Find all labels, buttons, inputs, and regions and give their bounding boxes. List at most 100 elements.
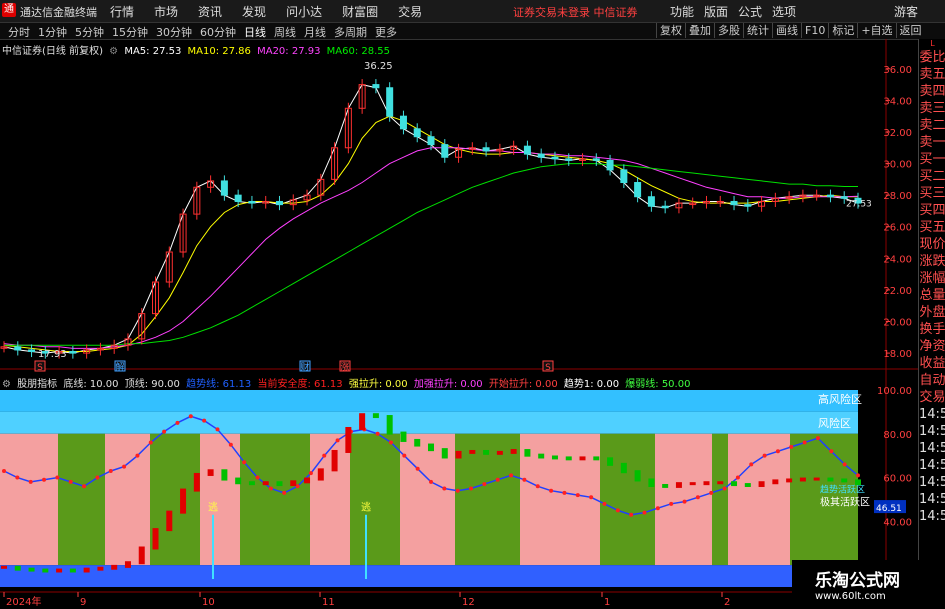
safety-dot xyxy=(55,475,60,480)
back-button[interactable]: 返回 xyxy=(895,23,925,38)
stats-button[interactable]: 统计 xyxy=(743,23,772,38)
date-axis-label: 11 xyxy=(322,597,335,608)
step-bar xyxy=(731,481,738,487)
tab-30min[interactable]: 30分钟 xyxy=(152,24,196,40)
tab-1min[interactable]: 1分钟 xyxy=(34,24,71,40)
safety-dot xyxy=(42,477,47,482)
step-bar xyxy=(400,431,407,442)
panel-item[interactable]: 自动 xyxy=(919,372,945,389)
candle-body xyxy=(275,200,283,206)
safety-dot xyxy=(375,431,380,436)
safety-dot xyxy=(575,493,580,498)
safety-dot xyxy=(455,488,460,493)
menu-item-market[interactable]: 市场 xyxy=(144,3,188,20)
candle-body xyxy=(537,153,545,158)
candle-body xyxy=(744,204,752,207)
trend-band xyxy=(520,433,600,566)
escape-label: 逃 xyxy=(208,500,218,513)
candle-body xyxy=(441,144,449,158)
candle-body xyxy=(592,158,600,161)
adjust-button[interactable]: 复权 xyxy=(656,23,685,38)
menu-item-community[interactable]: 财富圈 xyxy=(332,3,388,20)
indicator-name[interactable]: 股朋指标 xyxy=(17,379,57,390)
tab-weekly[interactable]: 周线 xyxy=(270,24,300,40)
trend-band xyxy=(600,433,655,566)
candle-body xyxy=(427,136,435,146)
add-watchlist-button[interactable]: +自选 xyxy=(857,23,895,38)
safety-dot xyxy=(28,479,33,484)
tab-monthly[interactable]: 月线 xyxy=(300,24,330,40)
panel-item[interactable]: 交易 xyxy=(919,389,945,406)
multi-stock-button[interactable]: 多股 xyxy=(714,23,743,38)
price-axis-label: 28.00 xyxy=(883,191,912,202)
price-axis-label: 18.00 xyxy=(883,349,912,360)
safety-dot xyxy=(95,475,100,480)
step-bar xyxy=(124,561,131,568)
safety-dot xyxy=(789,444,794,449)
panel-item: 净资 xyxy=(919,339,945,354)
f10-button[interactable]: F10 xyxy=(801,23,828,38)
step-bar xyxy=(83,567,90,573)
tab-intraday[interactable]: 分时 xyxy=(4,24,34,40)
app-title: 通达信金融终端 xyxy=(20,6,97,19)
menu-item-assistant[interactable]: 问小达 xyxy=(276,3,332,20)
ma10-label: MA10: 27.86 xyxy=(187,46,251,57)
safety-dot xyxy=(775,449,780,454)
candle-body xyxy=(386,87,394,117)
safety-dot xyxy=(856,473,860,478)
menu-item-formula[interactable]: 公式 xyxy=(733,3,767,20)
watermark-url: www.60lt.com xyxy=(815,591,886,602)
menu-item-layout[interactable]: 版面 xyxy=(699,3,733,20)
step-bar xyxy=(193,472,200,492)
step-bar xyxy=(551,455,558,460)
step-bar xyxy=(538,453,545,459)
candle-body xyxy=(730,200,738,206)
trading-terminal-window: 通 通达信金融终端 行情 市场 资讯 发现 问小达 财富圈 交易 证券交易未登录… xyxy=(0,0,945,609)
menu-item-news[interactable]: 资讯 xyxy=(188,3,232,20)
chart-canvas[interactable]: 36.00 34.00 32.00 30.00 28.00 26.00 24.00 22.00… xyxy=(0,39,918,609)
menu-item-quotes[interactable]: 行情 xyxy=(100,3,144,20)
safety-dot xyxy=(175,420,180,425)
panel-item: 换手 xyxy=(919,322,945,337)
candle-body xyxy=(413,128,421,138)
indicator-item-5: 加强拉升: 0.00 xyxy=(413,379,483,390)
price-axis-label: 34.00 xyxy=(883,96,912,107)
menu-item-trade[interactable]: 交易 xyxy=(388,3,432,20)
tab-multi-period[interactable]: 多周期 xyxy=(330,24,371,40)
tab-15min[interactable]: 15分钟 xyxy=(108,24,152,40)
indicator-settings-icon[interactable]: ⚙ xyxy=(2,379,11,390)
indicator-pane: 高风险区风险区趋势活跃区极其活跃区100.0080.0060.0040.0020… xyxy=(0,386,912,587)
draw-line-button[interactable]: 画线 xyxy=(772,23,801,38)
safety-dot xyxy=(549,488,554,493)
ma-line-ma10 xyxy=(3,115,858,352)
step-bar xyxy=(372,413,379,419)
overlay-button[interactable]: 叠加 xyxy=(685,23,714,38)
safety-dot xyxy=(589,495,594,500)
guest-user[interactable]: 游客 xyxy=(894,3,918,20)
ma5-label: MA5: 27.53 xyxy=(124,46,182,57)
panel-item: 收益 xyxy=(919,356,945,371)
settings-icon[interactable]: ⚙ xyxy=(109,46,118,57)
step-bar xyxy=(97,566,104,571)
step-bar xyxy=(827,477,834,482)
event-marker: 涨 xyxy=(340,362,349,373)
candle-body xyxy=(69,351,77,354)
tab-more[interactable]: 更多 xyxy=(371,24,401,40)
menu-item-discover[interactable]: 发现 xyxy=(232,3,276,20)
tab-5min[interactable]: 5分钟 xyxy=(71,24,108,40)
step-bar xyxy=(1,565,7,569)
step-bar xyxy=(455,450,462,459)
indicator-axis-label: 80.00 xyxy=(883,430,912,441)
escape-label: 逃 xyxy=(361,500,371,513)
menu-item-options[interactable]: 选项 xyxy=(767,3,801,20)
safety-dot xyxy=(842,462,847,467)
step-bar xyxy=(579,456,586,461)
mark-button[interactable]: 标记 xyxy=(828,23,857,38)
menu-item-functions[interactable]: 功能 xyxy=(665,3,699,20)
tab-60min[interactable]: 60分钟 xyxy=(196,24,240,40)
login-notice[interactable]: 证券交易未登录 中信证券 xyxy=(513,4,638,20)
safety-dot xyxy=(255,475,260,480)
step-bar xyxy=(207,469,214,476)
price-axis-label: 30.00 xyxy=(883,160,912,171)
tab-daily[interactable]: 日线 xyxy=(240,24,270,40)
